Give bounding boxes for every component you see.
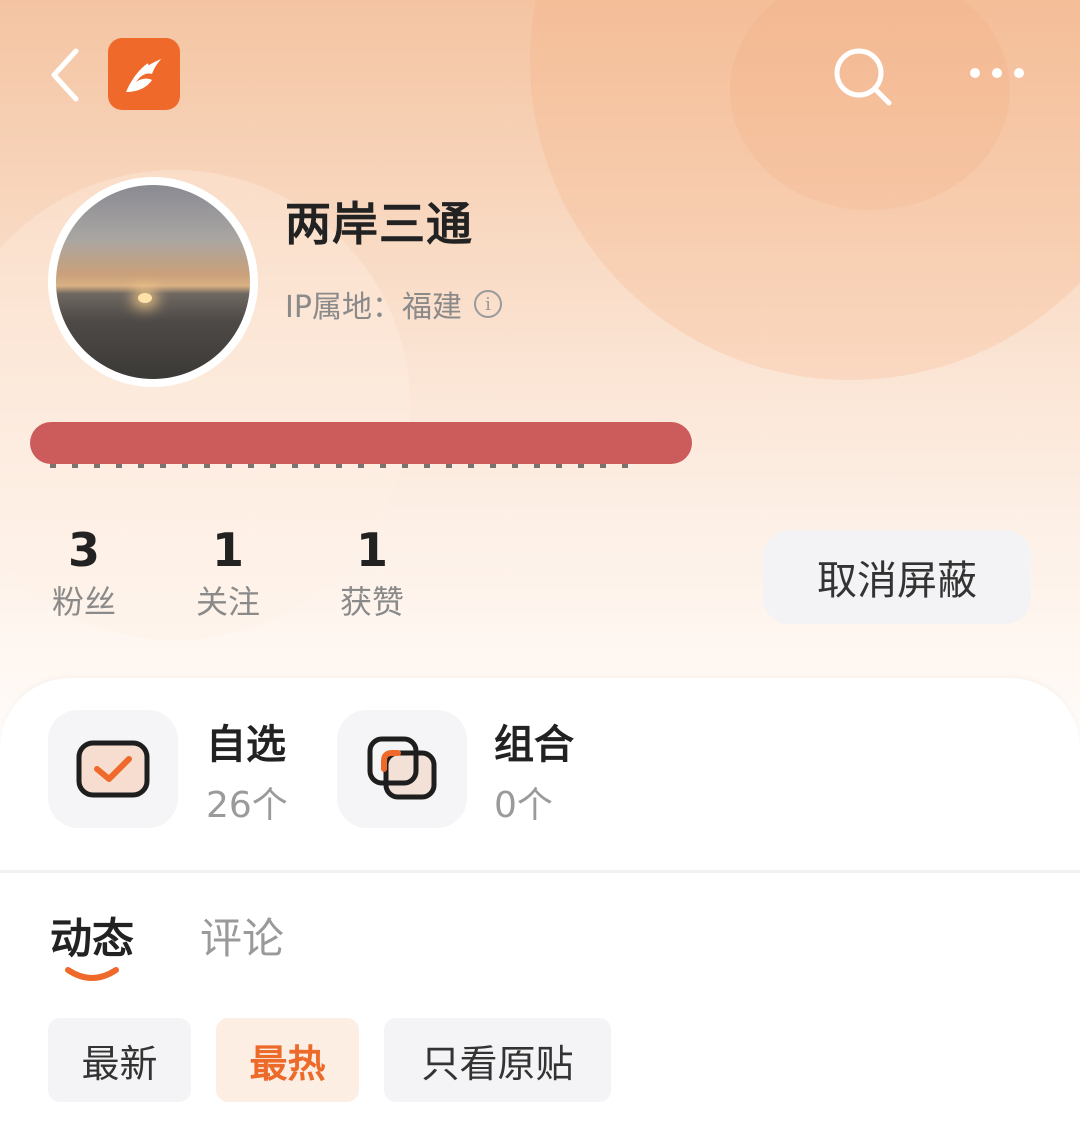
unblock-button[interactable]: 取消屏蔽 <box>763 530 1031 624</box>
ip-location-row: IP属地：福建 i <box>285 282 502 326</box>
more-button[interactable] <box>965 55 1029 91</box>
redaction-bar <box>30 422 692 464</box>
stat-label: 粉丝 <box>51 583 116 621</box>
back-button[interactable] <box>40 40 90 110</box>
stat-value: 1 <box>355 523 388 577</box>
avatar-image <box>56 185 250 379</box>
stat-label: 获赞 <box>339 583 404 621</box>
username: 两岸三通 <box>285 197 473 251</box>
watchlist-tile[interactable] <box>48 710 178 828</box>
chevron-left-icon <box>51 48 79 102</box>
portfolio-icon <box>367 736 437 800</box>
stat-value: 3 <box>67 523 100 577</box>
search-icon <box>834 48 892 106</box>
portfolio-count: 0个 <box>494 785 553 826</box>
watchlist-title: 自选 <box>206 722 286 768</box>
tab-comments[interactable]: 评论 <box>200 905 284 966</box>
filter-hottest[interactable]: 最热 <box>216 1018 359 1102</box>
filter-original-only[interactable]: 只看原贴 <box>384 1018 611 1102</box>
portfolio-tile[interactable] <box>337 710 467 828</box>
watchlist-count: 26个 <box>206 785 288 826</box>
portfolio-title: 组合 <box>494 722 574 768</box>
stat-value: 1 <box>211 523 244 577</box>
more-dots-icon <box>970 68 1024 78</box>
tab-posts[interactable]: 动态 <box>50 905 134 966</box>
filter-latest[interactable]: 最新 <box>48 1018 191 1102</box>
section-divider <box>0 870 1080 873</box>
stat-likes[interactable]: 1 获赞 <box>322 522 422 626</box>
stat-followers[interactable]: 3 粉丝 <box>34 522 134 626</box>
avatar[interactable] <box>48 177 258 387</box>
profile-page: 两岸三通 IP属地：福建 i 3 粉丝 1 关注 1 获赞 取消屏蔽 自选 26… <box>0 0 1080 1128</box>
stat-following[interactable]: 1 关注 <box>178 522 278 626</box>
app-logo-icon[interactable] <box>108 38 180 110</box>
search-button[interactable] <box>828 42 898 112</box>
stat-label: 关注 <box>195 583 260 621</box>
info-icon[interactable]: i <box>473 290 502 318</box>
ip-location: IP属地：福建 <box>285 290 462 325</box>
sun-decoration <box>138 293 152 303</box>
watchlist-check-icon <box>76 740 150 798</box>
tab-active-indicator <box>65 967 119 981</box>
